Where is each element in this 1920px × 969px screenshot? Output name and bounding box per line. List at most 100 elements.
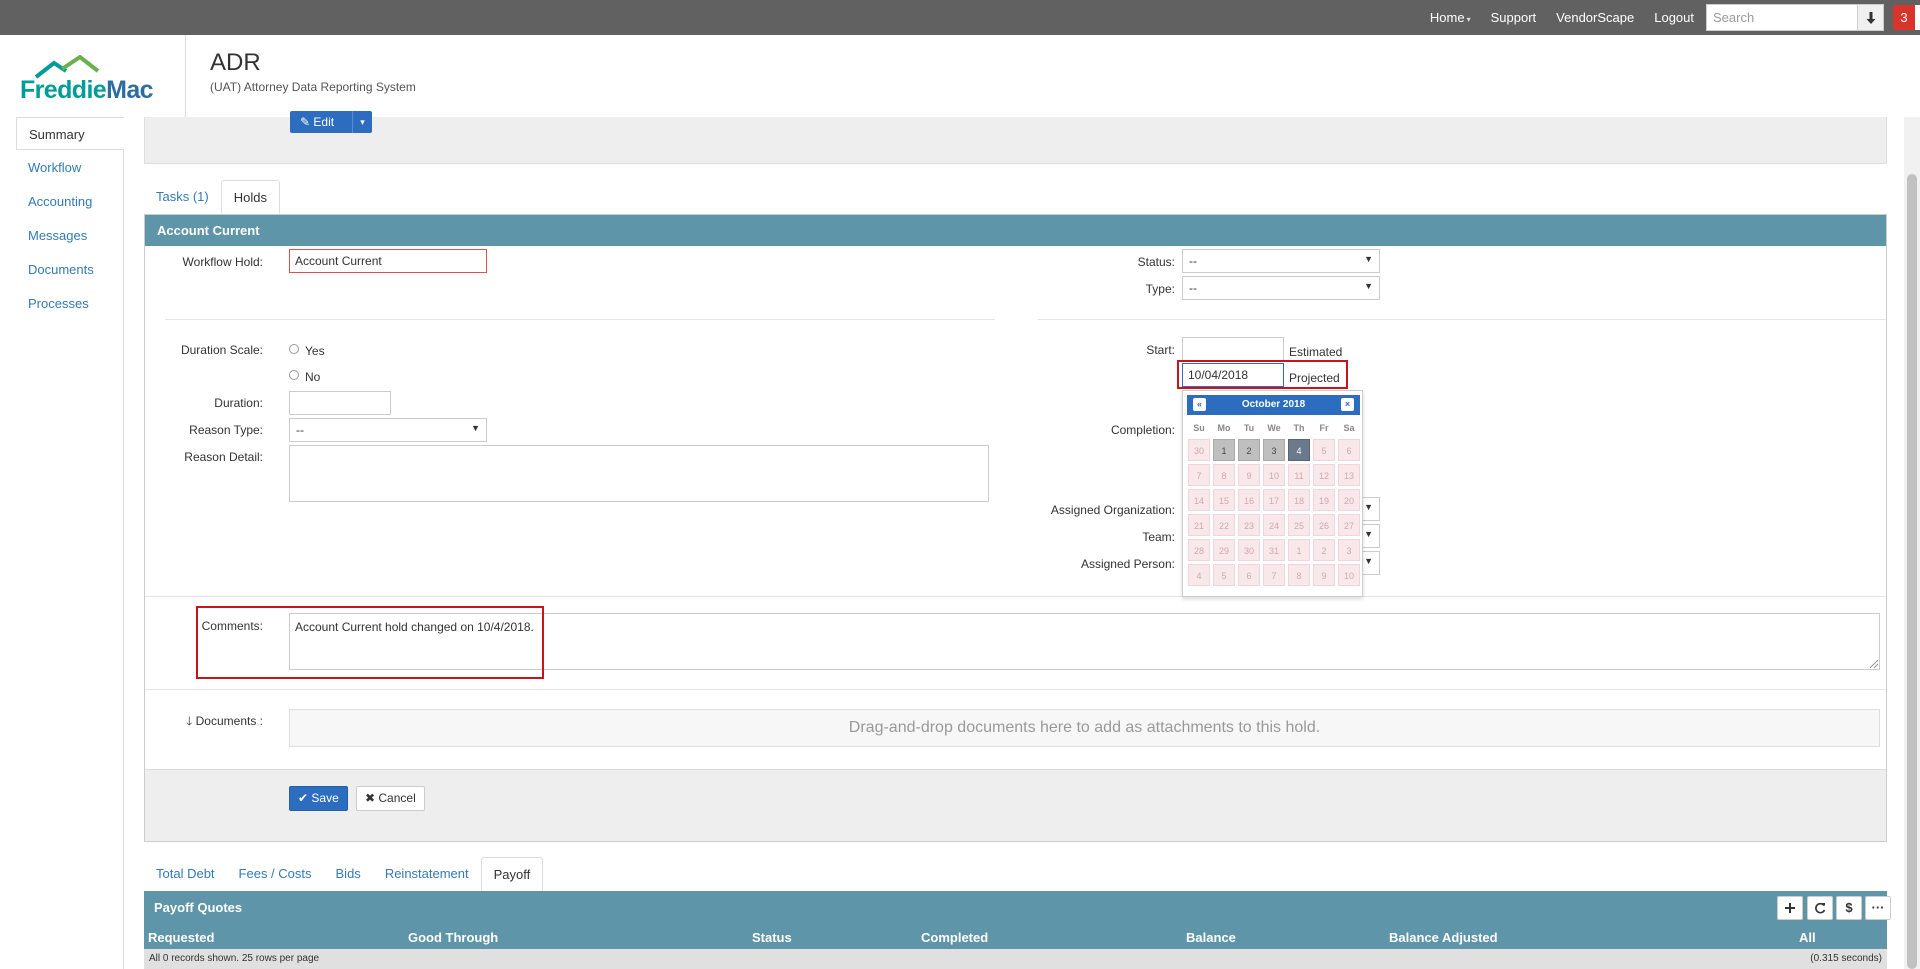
datepicker-day: 7 [1263, 564, 1285, 586]
notification-badge[interactable]: 3 [1893, 5, 1915, 30]
datepicker-day[interactable]: 3 [1263, 439, 1285, 461]
datepicker-day[interactable]: 2 [1238, 439, 1260, 461]
datepicker-day: 9 [1238, 464, 1260, 486]
datepicker-day: 2 [1313, 539, 1335, 561]
col-status[interactable]: Status [752, 930, 792, 945]
duration-label: Duration: [214, 396, 263, 410]
duration-scale-no-radio[interactable] [289, 370, 299, 380]
start-estimated-input[interactable] [1182, 337, 1284, 361]
datepicker-day: 10 [1263, 464, 1285, 486]
datepicker-day: 5 [1213, 564, 1235, 586]
select-caret-icon: ▼ [1364, 281, 1373, 291]
start-label: Start: [1146, 343, 1175, 357]
col-balance-adjusted[interactable]: Balance Adjusted [1389, 930, 1498, 945]
col-requested[interactable]: Requested [148, 930, 214, 945]
completion-label: Completion: [1110, 423, 1175, 437]
col-completed[interactable]: Completed [921, 930, 988, 945]
scrollbar-thumb[interactable] [1907, 174, 1917, 969]
tab-payoff[interactable]: Payoff [480, 857, 544, 891]
hold-panel-title: Account Current [145, 215, 1886, 246]
hold-panel: Account Current Workflow Hold: Status: -… [144, 214, 1887, 842]
col-balance[interactable]: Balance [1186, 930, 1236, 945]
edit-split-button[interactable]: ✎ Edit ▾ [290, 111, 372, 133]
datepicker-day: 25 [1288, 514, 1310, 536]
dollar-button[interactable]: $ [1836, 896, 1862, 920]
tab-holds[interactable]: Holds [220, 180, 280, 214]
duration-input[interactable] [289, 391, 391, 415]
sidebar-item-documents[interactable]: Documents [16, 253, 124, 286]
cancel-button[interactable]: ✖ Cancel [356, 786, 425, 811]
query-timing-text: (0.315 seconds) [1810, 953, 1882, 964]
sidebar-item-summary[interactable]: Summary [16, 117, 124, 150]
tab-tasks[interactable]: Tasks (1) [144, 180, 221, 214]
add-quote-button[interactable] [1777, 896, 1803, 920]
tab-reinstatement[interactable]: Reinstatement [373, 857, 481, 891]
nav-logout-link[interactable]: Logout [1654, 10, 1694, 25]
type-select[interactable]: -- ▼ [1182, 276, 1380, 300]
col-good-through[interactable]: Good Through [408, 930, 498, 945]
select-caret-icon: ▼ [1364, 254, 1373, 264]
datepicker-header: « October 2018 × [1187, 395, 1360, 415]
datepicker-day[interactable]: 4 [1288, 439, 1310, 461]
datepicker-day[interactable]: 1 [1213, 439, 1235, 461]
workflow-hold-input[interactable] [289, 249, 487, 273]
freddie-mac-logo[interactable]: FreddieMac [18, 55, 158, 104]
sidebar-item-accounting[interactable]: Accounting [16, 185, 124, 218]
sidebar-item-workflow[interactable]: Workflow [16, 151, 124, 184]
more-options-button[interactable]: ··· [1865, 896, 1891, 920]
reason-type-value: -- [296, 423, 304, 437]
status-select[interactable]: -- ▼ [1182, 249, 1380, 273]
col-all[interactable]: All [1799, 930, 1816, 945]
arrow-down-icon [1866, 11, 1875, 24]
weekday-label: Fr [1319, 423, 1329, 433]
duration-scale-yes-radio[interactable] [289, 344, 299, 354]
reason-detail-textarea[interactable] [289, 445, 989, 502]
more-icon: ··· [1871, 900, 1885, 915]
arrow-down-icon: 🡓 [186, 714, 196, 728]
resize-grip-icon[interactable] [1870, 660, 1878, 668]
nav-home-link[interactable]: Home ▾ [1430, 10, 1471, 25]
edit-button[interactable]: ✎ Edit [290, 111, 352, 133]
badge-edge [1915, 5, 1920, 30]
edit-dropdown-caret-icon[interactable]: ▾ [352, 111, 372, 133]
refresh-icon [1815, 902, 1826, 914]
nav-support-link[interactable]: Support [1491, 10, 1537, 25]
datepicker-day: 26 [1313, 514, 1335, 536]
search-download-button[interactable] [1858, 4, 1884, 31]
logo-wordmark: FreddieMac [20, 76, 154, 104]
hold-form-footer: ✔ Save ✖ Cancel [145, 769, 1886, 841]
datepicker-day: 8 [1288, 564, 1310, 586]
check-icon: ✔ [298, 791, 312, 805]
datepicker-day: 30 [1238, 539, 1260, 561]
datepicker-day: 21 [1188, 514, 1210, 536]
sidebar-item-processes[interactable]: Processes [16, 287, 124, 320]
save-button[interactable]: ✔ Save [289, 786, 348, 811]
team-label: Team: [1142, 530, 1175, 544]
refresh-button[interactable] [1807, 896, 1833, 920]
sidebar-item-messages[interactable]: Messages [16, 219, 124, 252]
payoff-table-header: Requested Good Through Status Completed … [144, 925, 1887, 949]
tab-bids[interactable]: Bids [324, 857, 373, 891]
datepicker-day: 29 [1213, 539, 1235, 561]
workflow-hold-label: Workflow Hold: [182, 255, 263, 269]
datepicker-day: 20 [1338, 489, 1360, 511]
close-icon[interactable]: × [1341, 398, 1354, 411]
datepicker-day: 30 [1188, 439, 1210, 461]
reason-type-select[interactable]: -- ▼ [289, 418, 487, 442]
assigned-organization-label: Assigned Organization: [1050, 503, 1175, 517]
datepicker-popup: « October 2018 × Su Mo Tu We Th Fr Sa 30 1 2 3 4 5 6 7… [1182, 390, 1363, 597]
tab-total-debt[interactable]: Total Debt [144, 857, 227, 891]
prev-month-icon[interactable]: « [1193, 398, 1206, 411]
app-title: ADR [210, 49, 261, 76]
nav-vendorscape-link[interactable]: VendorScape [1556, 10, 1634, 25]
document-dropzone[interactable]: Drag-and-drop documents here to add as a… [289, 709, 1880, 747]
summary-edit-panel: ✎ Edit ▾ [144, 111, 1887, 164]
page-scrollbar[interactable] [1904, 117, 1920, 969]
duration-scale-label: Duration Scale: [180, 343, 263, 357]
tab-fees-costs[interactable]: Fees / Costs [227, 857, 324, 891]
weekday-label: Th [1293, 423, 1305, 433]
datepicker-day: 24 [1263, 514, 1285, 536]
records-count-text: All 0 records shown. 25 rows per page [149, 953, 320, 964]
search-input[interactable] [1706, 4, 1858, 31]
close-icon: ✖ [365, 791, 379, 805]
